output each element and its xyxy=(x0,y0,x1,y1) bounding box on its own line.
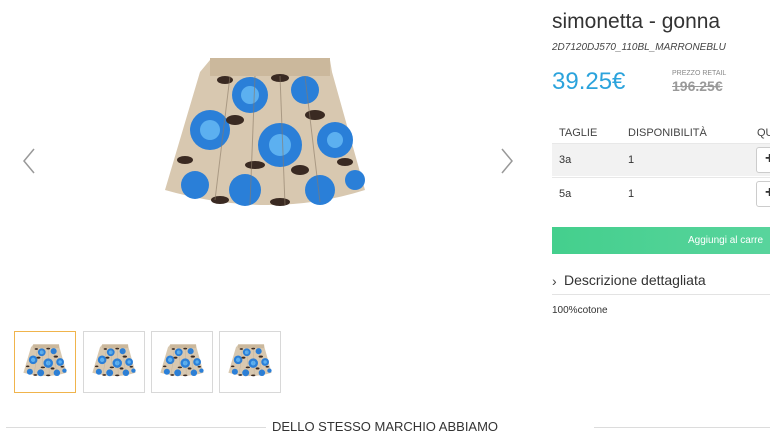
table-row: 5a 1 + xyxy=(552,177,770,210)
availability-value: 1 xyxy=(628,154,635,166)
availability-value: 1 xyxy=(628,188,635,200)
product-price: 39.25€ xyxy=(552,68,626,95)
add-to-cart-label: Aggiungi al carre xyxy=(688,235,764,246)
section-title: DELLO STESSO MARCHIO ABBIAMO xyxy=(0,419,770,434)
plus-icon[interactable]: + xyxy=(765,184,770,202)
product-title: simonetta - gonna xyxy=(552,10,721,33)
description-text: 100%cotone xyxy=(552,305,608,316)
size-value: 3a xyxy=(559,154,572,166)
column-header-quantity: QU xyxy=(757,127,770,139)
product-main-image xyxy=(164,57,366,207)
table-row: 3a 1 + xyxy=(552,143,770,176)
thumbnail-image xyxy=(160,344,204,377)
sizes-table-header: TAGLIE DISPONIBILITÀ QU xyxy=(552,122,770,144)
quantity-stepper[interactable]: + xyxy=(756,147,770,173)
thumbnail-image xyxy=(23,344,67,377)
product-info: simonetta - gonna 2D7120DJ570_110BL_MARR… xyxy=(552,0,770,330)
same-brand-section: DELLO STESSO MARCHIO ABBIAMO xyxy=(0,418,770,434)
thumbnail-3[interactable] xyxy=(151,331,213,393)
thumbnail-2[interactable] xyxy=(83,331,145,393)
chevron-left-icon[interactable] xyxy=(20,146,40,176)
thumbnail-image xyxy=(228,344,272,377)
thumbnail-1[interactable] xyxy=(14,331,76,393)
column-header-availability: DISPONIBILITÀ xyxy=(628,127,707,139)
thumbnail-4[interactable] xyxy=(219,331,281,393)
description-toggle[interactable]: › Descrizione dettagliata xyxy=(552,270,770,295)
size-value: 5a xyxy=(559,188,572,200)
product-sku: 2D7120DJ570_110BL_MARRONEBLU xyxy=(552,42,726,53)
column-header-size: TAGLIE xyxy=(559,127,598,139)
retail-price-label: PREZZO RETAIL xyxy=(672,70,727,77)
thumbnail-image xyxy=(92,344,136,377)
quantity-stepper[interactable]: + xyxy=(756,181,770,207)
add-to-cart-button[interactable]: Aggiungi al carre xyxy=(552,227,770,254)
plus-icon[interactable]: + xyxy=(765,150,770,168)
chevron-right-icon[interactable] xyxy=(496,146,516,176)
retail-price: 196.25€ xyxy=(672,78,723,94)
chevron-right-icon: › xyxy=(552,273,557,289)
description-heading: Descrizione dettagliata xyxy=(564,272,706,288)
section-title-text: DELLO STESSO MARCHIO ABBIAMO xyxy=(265,419,505,434)
product-gallery xyxy=(0,0,540,393)
